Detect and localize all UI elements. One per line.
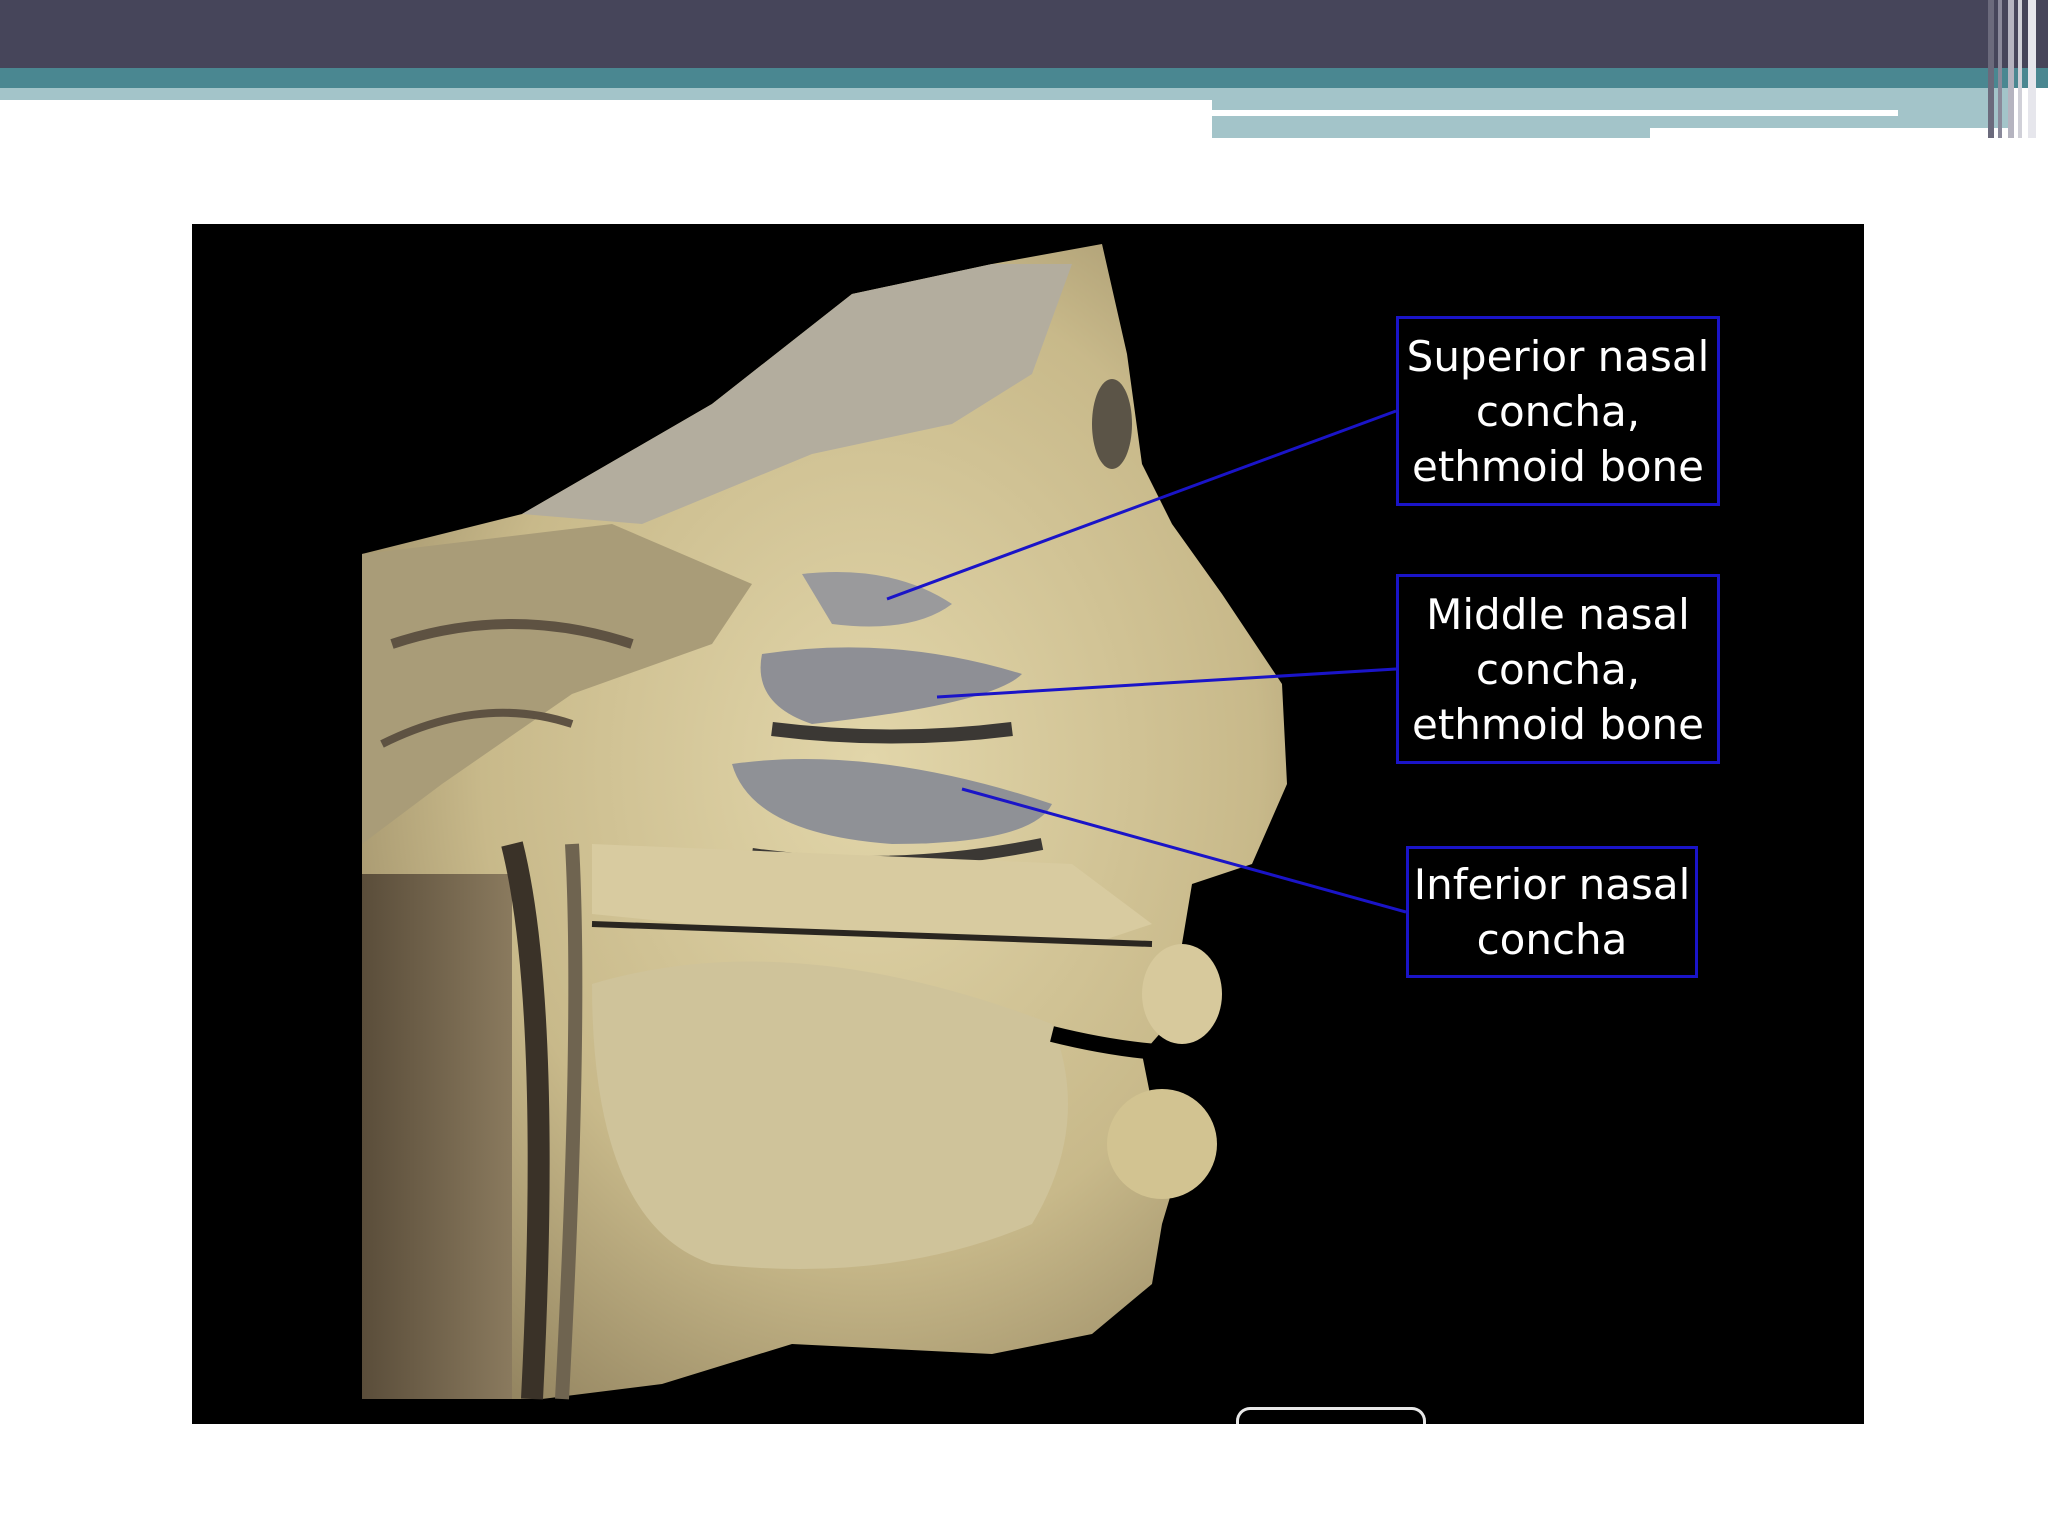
label-middle-text: Middle nasal concha, ethmoid bone [1411, 589, 1705, 749]
anatomy-photo: Superior nasal concha, ethmoid bone Midd… [192, 224, 1864, 1424]
label-superior-nasal-concha: Superior nasal concha, ethmoid bone [1396, 316, 1720, 506]
label-superior-text: Superior nasal concha, ethmoid bone [1406, 331, 1710, 491]
banner-light-band [0, 88, 1212, 100]
banner-dark-band [0, 0, 2048, 68]
watermark-logo-icon [1236, 1407, 1426, 1424]
banner-teal-band [0, 68, 2048, 88]
label-inferior-nasal-concha: Inferior nasal concha [1406, 846, 1698, 978]
slide-banner [0, 0, 2048, 138]
label-inferior-text: Inferior nasal concha [1413, 860, 1691, 964]
tongue [592, 961, 1068, 1269]
cervical-spine [362, 874, 512, 1399]
label-middle-nasal-concha: Middle nasal concha, ethmoid bone [1396, 574, 1720, 764]
